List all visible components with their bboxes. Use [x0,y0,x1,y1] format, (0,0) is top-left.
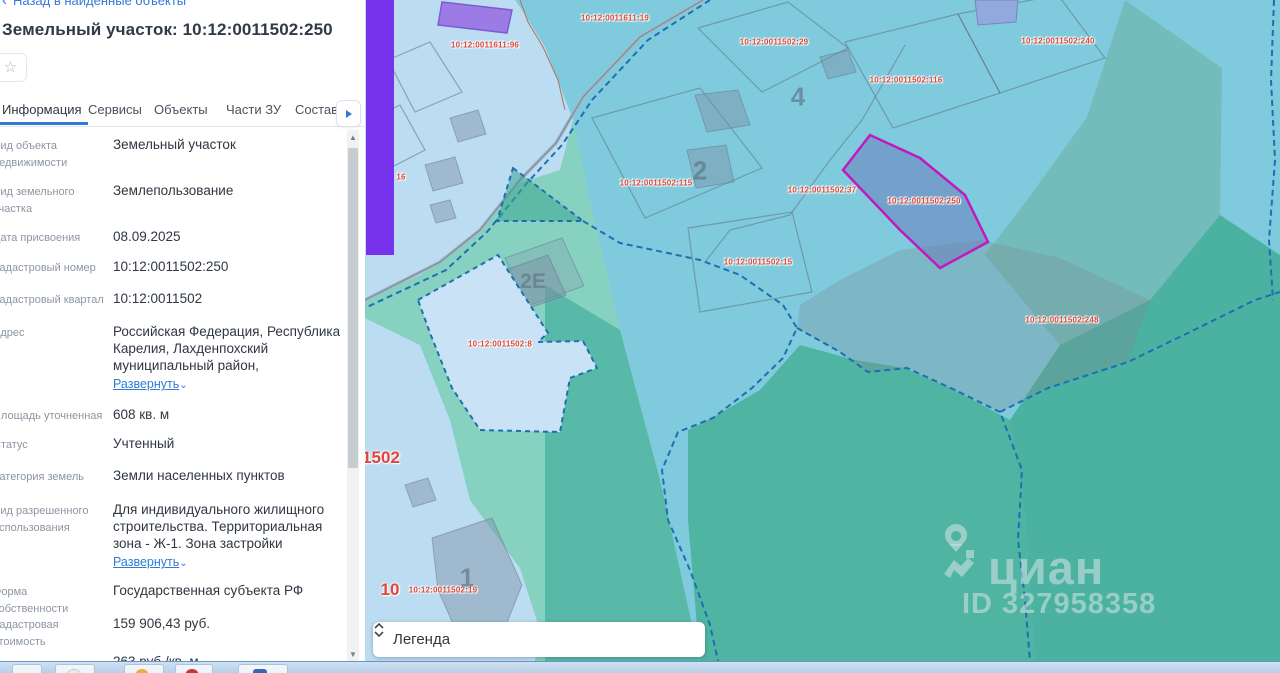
field-value: Учтенный [113,436,175,451]
field-value: 159 906,43 руб. [113,616,211,631]
favorite-button[interactable]: ☆ [0,53,27,82]
building-blue [974,0,1019,26]
chevron-down-icon: ⌄ [179,558,188,570]
field-label: Кадастровый номер [0,262,96,274]
taskbar-item[interactable] [124,664,164,673]
field-value: Землепользование [113,183,234,198]
arrow-right-icon [345,109,352,118]
field-label: Вид разрешенного использования [0,505,89,535]
tab-4[interactable]: Части ЗУ [226,102,281,117]
page-title: Земельный участок: 10:12:0011502:250 [2,20,333,39]
chevron-up-down-icon [374,622,384,638]
field-value: Государственная субъекта РФ [113,583,304,598]
field-value: 10:12:0011502:250 [113,259,229,274]
field-label: Дата присвоения [0,232,81,244]
scrollbar-down-arrow[interactable]: ▼ [347,647,359,661]
tab-2[interactable]: Сервисы [88,102,142,117]
field-label: Вид объекта недвижимости [0,140,68,170]
object-info-panel: ‹ Назад в найденные объекты Земельный уч… [0,0,365,661]
field-value: Для индивидуального жилищного строительс… [113,502,325,571]
field-label: Форма собственности [0,586,69,616]
field-value: 08.09.2025 [113,229,181,244]
field-label: Кадастровая стоимость [0,619,59,649]
expand-link[interactable]: Развернуть [113,555,179,571]
os-taskbar[interactable] [0,661,1280,673]
taskbar-item[interactable] [12,664,42,673]
field-label: Вид земельного участка [0,186,75,216]
field-label: Площадь уточненная [0,410,103,422]
panel-scrollbar[interactable]: ▲ ▼ [347,130,359,661]
chevron-down-icon: ⌄ [179,380,188,392]
field-label: Кадастровый квартал [0,294,104,306]
expand-link[interactable]: Развернуть [113,377,179,393]
legend-toggle[interactable]: Легенда [373,622,705,657]
scrollbar-thumb[interactable] [348,148,358,468]
field-value: Земельный участок [113,137,236,152]
tab-3[interactable]: Объекты [154,102,208,117]
taskbar-item[interactable] [238,664,288,673]
fields-list: Вид объекта недвижимости Земельный участо… [0,127,340,661]
tabs-scroll-right-button[interactable] [336,100,361,127]
scrollbar-up-arrow[interactable]: ▲ [347,130,359,144]
back-link[interactable]: ‹ Назад в найденные объекты [2,0,186,8]
tab-1[interactable]: Информация [0,102,88,125]
back-chevron-icon: ‹ [2,0,7,9]
field-value: 10:12:0011502 [113,291,203,306]
purple-strip [366,0,394,255]
legend-label: Легенда [393,631,451,648]
field-label: Категория земель [0,471,84,483]
field-value: Российская Федерация, Республика Карелия… [113,324,340,393]
back-link-label: Назад в найденные объекты [13,0,187,8]
field-label: Адрес [0,327,25,339]
field-label: Статус [0,439,28,451]
tabbar: Информация Сервисы Объекты Части ЗУ Состав [0,99,365,127]
field-value: 608 кв. м [113,407,170,422]
taskbar-item[interactable] [55,664,95,673]
taskbar-item[interactable] [175,664,213,673]
tab-5[interactable]: Состав [295,102,338,117]
field-value: 263 руб./кв. м [113,653,340,661]
star-icon: ☆ [3,59,18,76]
field-value: Земли населенных пунктов [113,468,285,483]
